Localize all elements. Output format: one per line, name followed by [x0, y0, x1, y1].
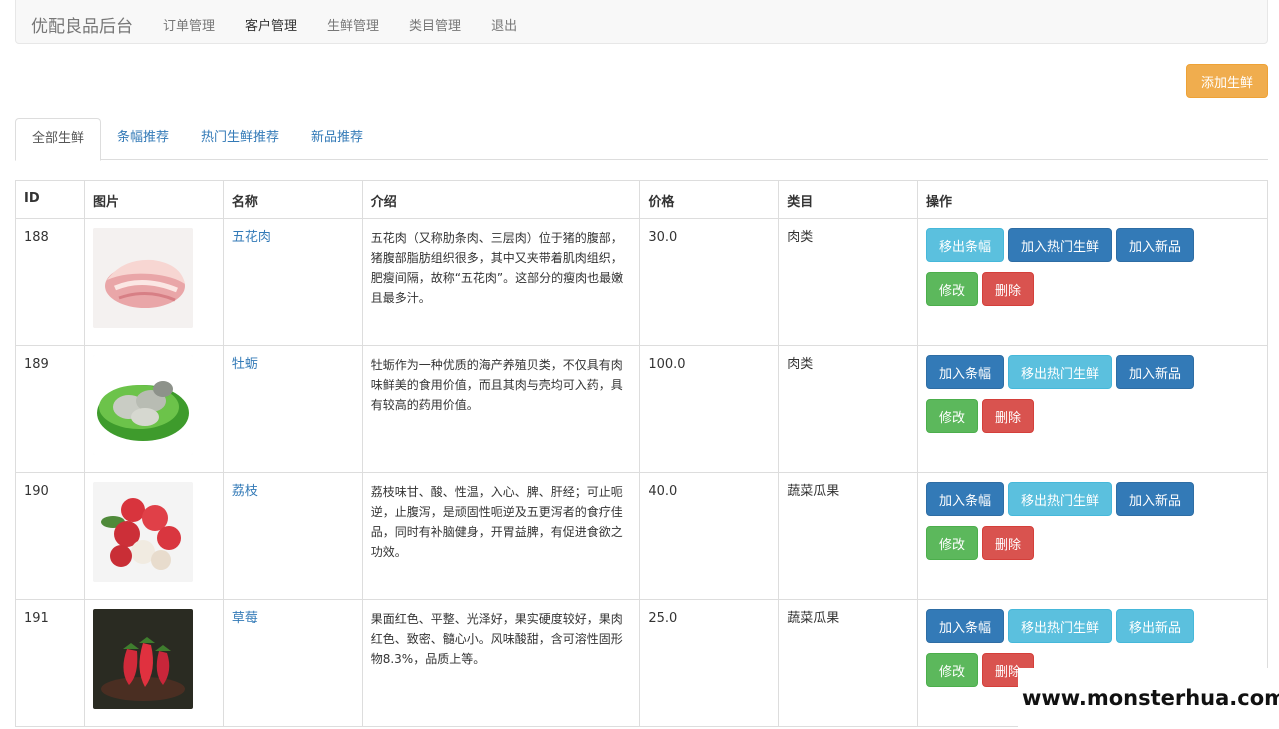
nav-customers[interactable]: 客户管理 [245, 15, 297, 34]
table-header-row: ID 图片 名称 介绍 价格 类目 操作 [15, 180, 1268, 219]
hot-button[interactable]: 移出热门生鲜 [1008, 609, 1113, 643]
hot-button[interactable]: 移出热门生鲜 [1008, 355, 1113, 389]
cell-name[interactable]: 牡蛎 [222, 345, 363, 473]
header-description: 介绍 [361, 180, 641, 219]
tab-hot-recommend[interactable]: 热门生鲜推荐 [185, 118, 295, 160]
strawberry-image [92, 609, 193, 709]
cell-price: 100.0 [639, 345, 780, 473]
header-id: ID [15, 180, 85, 219]
header-category: 类目 [778, 180, 918, 219]
table-row: 188 五花肉 五花肉（又称肋条肉、三层肉）位于猪的腹部，猪腹部脂肪组织很多，其… [15, 218, 1268, 346]
cell-id: 189 [15, 345, 85, 473]
banner-button[interactable]: 加入条幅 [926, 482, 1005, 516]
cell-name[interactable]: 五花肉 [222, 218, 363, 346]
edit-button[interactable]: 修改 [926, 399, 979, 433]
delete-button[interactable]: 删除 [982, 272, 1035, 306]
cell-image [83, 472, 224, 600]
cell-id: 190 [15, 472, 85, 600]
oyster-image [92, 355, 193, 455]
header-name: 名称 [222, 180, 363, 219]
edit-button[interactable]: 修改 [926, 653, 979, 687]
cell-actions: 加入条幅 移出热门生鲜 加入新品 修改 删除 [917, 345, 1268, 473]
cell-id: 191 [15, 599, 85, 727]
new-button[interactable]: 加入新品 [1116, 228, 1195, 262]
fresh-table: ID 图片 名称 介绍 价格 类目 操作 188 五花肉 五花肉（又称肋条肉、三… [15, 180, 1268, 727]
watermark-text: www.monsterhua.com [1018, 668, 1279, 729]
cell-image [83, 599, 224, 727]
cell-category: 蔬菜瓜果 [778, 472, 918, 600]
tab-all-fresh[interactable]: 全部生鲜 [15, 118, 102, 161]
delete-button[interactable]: 删除 [982, 399, 1035, 433]
nav-logout[interactable]: 退出 [491, 15, 517, 34]
delete-button[interactable]: 删除 [982, 526, 1035, 560]
cell-id: 188 [15, 218, 85, 346]
table-row: 189 牡蛎 牡蛎作为一种优质的海产养殖贝类，不仅具有肉味鲜美的食用价值，而且其… [15, 345, 1268, 473]
cell-image [83, 218, 224, 346]
table-row: 190 荔枝 荔枝味甘、酸、性温，入心、脾、肝经；可止呃逆，止腹泻，是顽固性呃逆… [15, 472, 1268, 600]
add-fresh-button[interactable]: 添加生鲜 [1186, 64, 1268, 98]
new-button[interactable]: 加入新品 [1116, 355, 1195, 389]
banner-button[interactable]: 移出条幅 [926, 228, 1005, 262]
cell-name[interactable]: 草莓 [222, 599, 363, 727]
cell-actions: 移出条幅 加入热门生鲜 加入新品 修改 删除 [917, 218, 1268, 346]
edit-button[interactable]: 修改 [926, 272, 979, 306]
banner-button[interactable]: 加入条幅 [926, 609, 1005, 643]
cell-description: 果面红色、平整、光泽好，果实硬度较好，果肉红色、致密、髓心小。风味酸甜，含可溶性… [361, 599, 641, 727]
cell-price: 40.0 [639, 472, 780, 600]
lychee-image [92, 482, 193, 582]
nav-orders[interactable]: 订单管理 [163, 15, 215, 34]
header-actions: 操作 [917, 180, 1268, 219]
tab-bar: 全部生鲜 条幅推荐 热门生鲜推荐 新品推荐 [15, 118, 1268, 161]
cell-image [83, 345, 224, 473]
new-button[interactable]: 移出新品 [1116, 609, 1195, 643]
nav-fresh[interactable]: 生鲜管理 [327, 15, 379, 34]
cell-description: 荔枝味甘、酸、性温，入心、脾、肝经；可止呃逆，止腹泻，是顽固性呃逆及五更泻者的食… [361, 472, 641, 600]
new-button[interactable]: 加入新品 [1116, 482, 1195, 516]
cell-price: 25.0 [639, 599, 780, 727]
pork-belly-image [92, 228, 193, 328]
tab-banner-recommend[interactable]: 条幅推荐 [101, 118, 185, 160]
nav-categories[interactable]: 类目管理 [409, 15, 461, 34]
cell-name[interactable]: 荔枝 [222, 472, 363, 600]
cell-category: 肉类 [778, 345, 918, 473]
brand-title[interactable]: 优配良品后台 [31, 12, 133, 37]
banner-button[interactable]: 加入条幅 [926, 355, 1005, 389]
cell-category: 蔬菜瓜果 [778, 599, 918, 727]
header-image: 图片 [83, 180, 224, 219]
header-price: 价格 [639, 180, 780, 219]
cell-description: 牡蛎作为一种优质的海产养殖贝类，不仅具有肉味鲜美的食用价值，而且其肉与壳均可入药… [361, 345, 641, 473]
cell-description: 五花肉（又称肋条肉、三层肉）位于猪的腹部，猪腹部脂肪组织很多，其中又夹带着肌肉组… [361, 218, 641, 346]
hot-button[interactable]: 移出热门生鲜 [1008, 482, 1113, 516]
cell-price: 30.0 [639, 218, 780, 346]
tab-new-recommend[interactable]: 新品推荐 [295, 118, 379, 160]
hot-button[interactable]: 加入热门生鲜 [1008, 228, 1113, 262]
cell-actions: 加入条幅 移出热门生鲜 加入新品 修改 删除 [917, 472, 1268, 600]
cell-category: 肉类 [778, 218, 918, 346]
edit-button[interactable]: 修改 [926, 526, 979, 560]
top-navbar: 优配良品后台 订单管理 客户管理 生鲜管理 类目管理 退出 [15, 0, 1268, 44]
